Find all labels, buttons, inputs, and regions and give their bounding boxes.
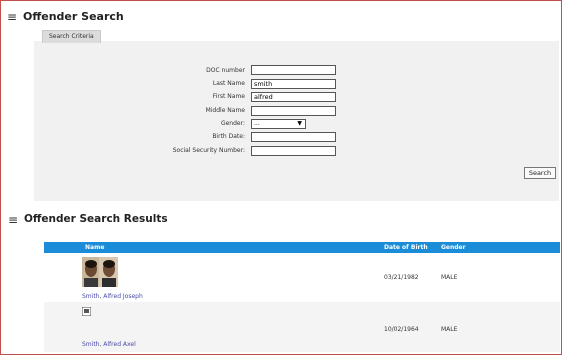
gender-label: Gender: — [220, 120, 245, 127]
doc-number-label: DOC number — [206, 67, 245, 74]
page-frame: ≡ Offender Search Search Criteria DOC nu… — [0, 0, 562, 355]
photo-placeholder-icon — [82, 307, 91, 316]
offender-photo[interactable] — [82, 257, 118, 287]
tab-search-criteria[interactable]: Search Criteria — [42, 30, 101, 43]
middle-name-label: Middle Name — [205, 107, 245, 114]
column-header-dob[interactable]: Date of Birth — [384, 242, 428, 253]
hamburger-menu-icon[interactable]: ≡ — [7, 11, 17, 23]
last-name-label: Last Name — [212, 80, 245, 87]
search-button[interactable]: Search — [524, 167, 556, 179]
ssn-label: Social Security Number: — [172, 147, 245, 154]
first-name-input[interactable]: alfred — [251, 92, 336, 102]
date-of-birth-cell: 10/02/1964 — [384, 326, 419, 333]
doc-number-input[interactable] — [251, 65, 336, 75]
table-row: Smith, Alfred Axel 10/02/1964 MALE — [44, 302, 560, 352]
table-row: Smith, Alfred Joseph 03/21/1982 MALE — [44, 253, 560, 302]
search-section-title: Offender Search — [23, 10, 124, 23]
gender-select[interactable]: ... ▼ — [251, 119, 306, 129]
date-of-birth-cell: 03/21/1982 — [384, 274, 419, 281]
ssn-input[interactable] — [251, 146, 336, 156]
dropdown-arrow-icon: ▼ — [297, 120, 302, 127]
results-section-title: Offender Search Results — [24, 213, 168, 225]
results-table-header: Name Date of Birth Gender — [44, 242, 560, 253]
column-header-gender[interactable]: Gender — [441, 242, 466, 253]
gender-selected-value: ... — [254, 120, 260, 127]
results-menu-icon[interactable]: ≡ — [8, 214, 18, 226]
middle-name-input[interactable] — [251, 106, 336, 116]
offender-name-link[interactable]: Smith, Alfred Joseph — [82, 293, 143, 300]
first-name-label: First Name — [212, 93, 245, 100]
gender-cell: MALE — [441, 326, 458, 333]
last-name-input[interactable]: smith — [251, 79, 336, 89]
birth-date-label: Birth Date: — [212, 133, 245, 140]
column-header-name[interactable]: Name — [85, 242, 104, 253]
gender-cell: MALE — [441, 274, 458, 281]
birth-date-input[interactable] — [251, 132, 336, 142]
offender-name-link[interactable]: Smith, Alfred Axel — [82, 341, 136, 348]
